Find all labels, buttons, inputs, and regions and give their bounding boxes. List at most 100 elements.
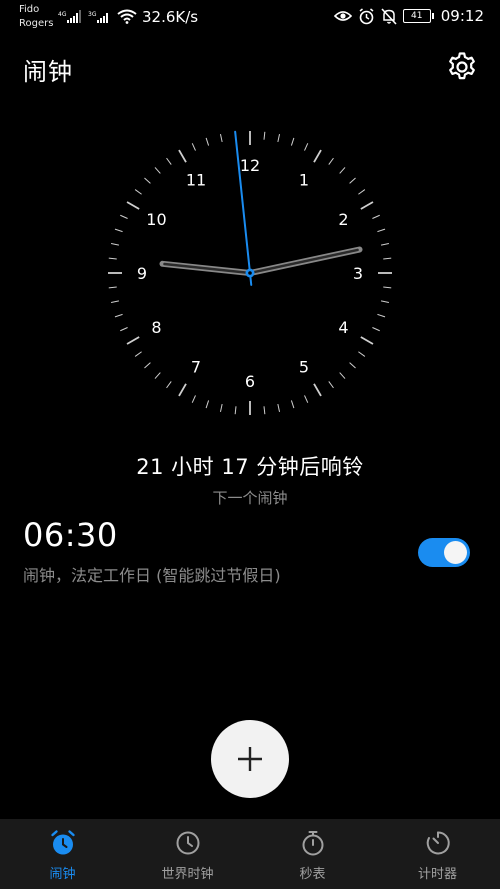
signal-4g-icon: 4G — [58, 10, 81, 23]
timer-icon — [426, 831, 450, 855]
clock-number: 8 — [151, 318, 161, 337]
clock-tick — [234, 406, 237, 415]
clock-tick — [154, 167, 161, 174]
clock-tick — [360, 336, 374, 345]
nav-tab-timer-label: 计时器 — [417, 867, 457, 882]
eye-icon — [333, 11, 352, 21]
clock-number: 6 — [245, 372, 255, 391]
bottom-navigation: 闹钟 世界时钟 秒表 计时器 — [0, 819, 500, 889]
clock-tick — [380, 242, 390, 246]
page-title: 闹钟 — [23, 58, 73, 86]
clock-tick — [290, 400, 295, 409]
analog-clock: 121234567891011 — [108, 130, 392, 415]
clock-tick — [372, 214, 380, 219]
clock-number: 5 — [299, 358, 309, 377]
status-bar: Fido Rogers 4G 3G 32.6K/s 41 09:12 — [0, 0, 500, 34]
clock-tick — [277, 133, 281, 143]
nav-tab-stopwatch-label: 秒表 — [299, 867, 326, 882]
clock-tick — [114, 313, 123, 318]
clock-hands — [159, 130, 363, 286]
add-alarm-button[interactable] — [211, 720, 289, 798]
signal-3g-label: 3G — [88, 11, 97, 18]
nav-tab-stopwatch[interactable]: 秒表 — [250, 819, 375, 889]
toggle-knob — [444, 541, 467, 564]
minute-hand-inner — [248, 248, 359, 275]
clock-tick — [219, 403, 223, 413]
signal-4g-label: 4G — [58, 11, 67, 18]
clock-tick — [191, 143, 196, 151]
alarm-toggle[interactable] — [418, 538, 470, 567]
alarm-clock-icon — [50, 830, 75, 855]
nav-tab-alarm[interactable]: 闹钟 — [0, 819, 125, 889]
clock-number: 9 — [137, 264, 147, 283]
alarm-time: 06:30 — [23, 516, 118, 554]
clock-number: 1 — [299, 170, 309, 189]
clock-tick — [313, 383, 322, 397]
next-alarm-label: 下一个闹钟 — [212, 489, 288, 507]
mute-bell-icon — [381, 7, 397, 25]
plus-icon — [238, 747, 262, 771]
nav-tab-timer[interactable]: 计时器 — [375, 819, 500, 889]
clock-tick — [290, 137, 295, 146]
clock-tick — [349, 177, 356, 184]
nav-tab-world-clock-label: 世界时钟 — [161, 867, 214, 882]
clock-tick — [277, 403, 281, 413]
clock-tick — [358, 351, 366, 357]
clock-tick — [110, 242, 120, 246]
clock-tick — [110, 300, 120, 304]
clock-tick — [178, 383, 187, 397]
clock-tick — [120, 327, 128, 332]
clock-number: 7 — [191, 358, 201, 377]
clock-tick — [377, 313, 386, 318]
wifi-icon — [117, 9, 137, 24]
battery-indicator: 41 — [402, 9, 434, 23]
clock-tick — [144, 177, 151, 184]
clock-tick — [358, 189, 366, 195]
clock-tick — [126, 336, 140, 345]
clock-tick — [114, 228, 123, 233]
clock-tick — [166, 381, 172, 389]
alarm-description: 闹钟，法定工作日 (智能跳过节假日) — [23, 566, 281, 585]
clock-tick — [377, 228, 386, 233]
clock-tick — [349, 362, 356, 369]
clock-tick — [219, 133, 223, 143]
clock-tick — [328, 381, 334, 389]
clock-tick — [134, 351, 142, 357]
clock-tick — [263, 131, 266, 140]
clock-tick — [304, 143, 309, 151]
settings-gear-icon[interactable] — [446, 51, 478, 83]
clock-tick — [360, 201, 374, 210]
clock-tick — [154, 372, 161, 379]
clock-tick — [191, 395, 196, 403]
carrier-name: Fido Rogers — [19, 3, 53, 31]
status-time: 09:12 — [440, 7, 484, 25]
nav-tab-world-clock[interactable]: 世界时钟 — [125, 819, 250, 889]
network-speed: 32.6K/s — [142, 8, 199, 26]
clock-tick — [144, 362, 151, 369]
status-right-group: 41 09:12 — [333, 7, 484, 25]
clock-tick — [304, 395, 309, 403]
alarm-status-icon — [359, 7, 374, 24]
clock-number: 12 — [240, 156, 260, 175]
clock-number: 2 — [338, 210, 348, 229]
clock-number: 4 — [338, 318, 348, 337]
clock-tick — [328, 157, 334, 165]
hour-hand-inner — [163, 262, 252, 275]
clock-tick — [166, 157, 172, 165]
clock-tick — [263, 406, 266, 415]
clock-tick — [313, 149, 322, 163]
clock-tick — [339, 167, 346, 174]
clock-tick — [120, 214, 128, 219]
nav-tab-alarm-label: 闹钟 — [49, 867, 76, 882]
clock-tick — [205, 400, 210, 409]
clock-number: 3 — [353, 264, 363, 283]
clock-tick — [383, 257, 392, 260]
carrier-line-1: Fido — [19, 4, 40, 15]
clock-tick — [134, 189, 142, 195]
clock-tick — [126, 201, 140, 210]
stopwatch-icon — [302, 831, 323, 856]
signal-3g-icon: 3G — [88, 11, 108, 23]
second-hand — [234, 130, 253, 286]
clock-tick — [205, 137, 210, 146]
clock-tick — [372, 327, 380, 332]
